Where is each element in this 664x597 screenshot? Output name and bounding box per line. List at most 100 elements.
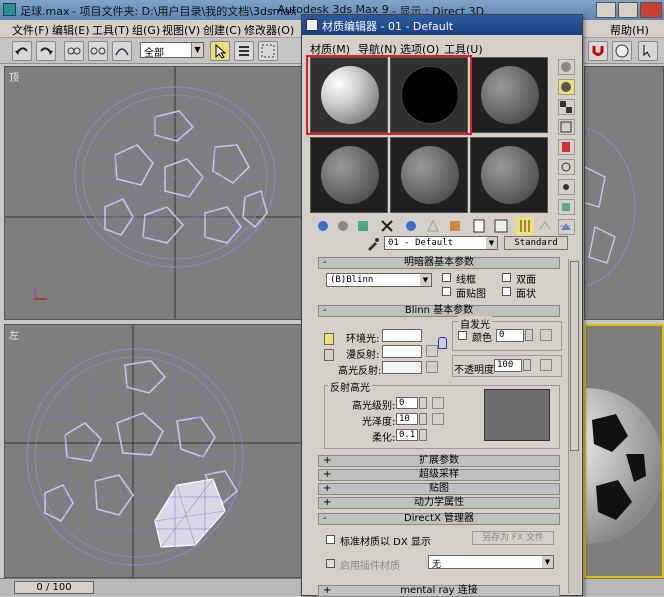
select-by-name-button[interactable]: [234, 41, 254, 61]
get-material-button[interactable]: [314, 217, 332, 235]
glossiness-field[interactable]: 10: [396, 413, 418, 425]
menu-modifiers[interactable]: 修改器(O): [244, 22, 294, 38]
show-map-in-viewport-button[interactable]: [492, 217, 510, 235]
sample-slot-4[interactable]: [310, 137, 388, 213]
put-material-button[interactable]: [334, 217, 352, 235]
time-slider[interactable]: 0 / 100: [0, 578, 305, 596]
material-name-field[interactable]: 01 - Default ▼: [384, 236, 498, 250]
make-unique-button[interactable]: [424, 217, 442, 235]
lock-icon[interactable]: [438, 337, 447, 349]
scrollbar-thumb[interactable]: [570, 261, 579, 451]
face-map-checkbox[interactable]: [442, 287, 451, 296]
sample-slot-3[interactable]: [470, 57, 548, 133]
rollout-maps[interactable]: + 贴图: [318, 483, 560, 495]
shader-dropdown[interactable]: (B)Blinn ▼: [326, 273, 432, 287]
spec-level-map-button[interactable]: [432, 397, 444, 409]
opacity-map-button[interactable]: [540, 359, 552, 371]
viewport-perspective[interactable]: [584, 324, 664, 578]
rollout-directx[interactable]: - DirectX 管理器: [318, 513, 560, 525]
two-sided-checkbox[interactable]: [502, 273, 511, 282]
ambient-lock-button[interactable]: [324, 333, 334, 345]
faceted-checkbox[interactable]: [502, 287, 511, 296]
make-preview-button[interactable]: [558, 159, 575, 175]
menu-edit[interactable]: 编辑(E): [52, 22, 90, 38]
uv-tiling-button[interactable]: [558, 119, 575, 135]
material-effects-channel-button[interactable]: [470, 217, 488, 235]
soften-field[interactable]: 0.1: [396, 429, 418, 441]
viewport-left[interactable]: 左: [4, 324, 302, 578]
select-link-button[interactable]: [64, 41, 84, 61]
menu-tools[interactable]: 工具(T): [92, 22, 129, 38]
background-button[interactable]: [558, 99, 575, 115]
options-button[interactable]: [558, 179, 575, 195]
help-pointer-button[interactable]: [638, 41, 658, 61]
undo-button[interactable]: [12, 41, 32, 61]
self-illum-color-checkbox[interactable]: [458, 331, 467, 340]
unlink-button[interactable]: [88, 41, 108, 61]
self-illum-value-field[interactable]: 0: [496, 329, 524, 342]
rollout-expand-icon: +: [323, 483, 332, 494]
select-object-button[interactable]: [210, 41, 230, 61]
save-fx-file-button[interactable]: 另存为 FX 文件: [472, 531, 554, 545]
rollout-extended-params[interactable]: + 扩展参数: [318, 455, 560, 467]
close-button[interactable]: [640, 2, 662, 18]
go-forward-sibling-button[interactable]: [556, 217, 574, 235]
right-toolbar-button-1[interactable]: [588, 41, 608, 61]
show-end-result-button[interactable]: [516, 217, 534, 235]
opacity-spinner[interactable]: [523, 359, 531, 371]
menu-file[interactable]: 文件(F): [12, 22, 49, 38]
self-illum-map-button[interactable]: [540, 329, 552, 341]
diffuse-map-button[interactable]: [426, 345, 438, 357]
rollout-dynamics[interactable]: + 动力学属性: [318, 497, 560, 509]
region-select-button[interactable]: [258, 41, 278, 61]
pick-material-eyedropper[interactable]: [366, 237, 380, 251]
go-to-parent-button[interactable]: [536, 217, 554, 235]
rollout-supersampling[interactable]: + 超级采样: [318, 469, 560, 481]
viewport-top[interactable]: 顶: [4, 66, 302, 320]
specular-color-swatch[interactable]: [382, 361, 422, 374]
put-to-library-button[interactable]: [446, 217, 464, 235]
sample-type-button[interactable]: [558, 59, 575, 75]
reset-map-button[interactable]: [378, 217, 396, 235]
assign-material-button[interactable]: [354, 217, 372, 235]
material-editor-scrollbar[interactable]: [568, 259, 580, 593]
rollout-mental-ray[interactable]: + mental ray 连接: [318, 585, 560, 597]
soften-spinner[interactable]: [419, 429, 427, 441]
minimize-button[interactable]: [596, 2, 616, 18]
menu-group[interactable]: 组(G): [132, 22, 160, 38]
time-slider-thumb[interactable]: 0 / 100: [14, 581, 94, 594]
selection-filter-dropdown[interactable]: 全部 ▼: [140, 42, 204, 59]
diffuse-color-swatch[interactable]: [382, 345, 422, 358]
wire-checkbox[interactable]: [442, 273, 451, 282]
std-dx-checkbox[interactable]: [326, 535, 335, 544]
backlight-button[interactable]: [558, 79, 575, 95]
sample-slot-5[interactable]: [390, 137, 468, 213]
plugin-dropdown[interactable]: 无 ▼: [428, 555, 554, 570]
enable-plugin-checkbox[interactable]: [326, 559, 335, 568]
two-sided-label: 双面: [516, 275, 536, 286]
opacity-value-field[interactable]: 100: [494, 359, 522, 372]
rollout-shader-basic[interactable]: - 明暗器基本参数: [318, 257, 560, 269]
glossiness-map-button[interactable]: [432, 413, 444, 425]
maximize-button[interactable]: [618, 2, 638, 18]
spec-level-field[interactable]: 0: [396, 397, 418, 409]
spec-level-spinner[interactable]: [419, 397, 427, 409]
rollout-blinn-basic[interactable]: - Blinn 基本参数: [318, 305, 560, 317]
sample-slot-6[interactable]: [470, 137, 548, 213]
menu-view[interactable]: 视图(V): [162, 22, 200, 38]
video-color-check-button[interactable]: [558, 139, 575, 155]
self-illum-spinner[interactable]: [525, 329, 533, 341]
material-type-button[interactable]: Standard: [504, 236, 568, 250]
select-by-material-button[interactable]: [558, 199, 575, 215]
menu-help[interactable]: 帮助(H): [610, 22, 649, 38]
specular-map-button[interactable]: [426, 361, 438, 373]
ambient-color-swatch[interactable]: [382, 329, 422, 342]
viewport-front[interactable]: [584, 66, 664, 320]
diffuse-lock-button[interactable]: [324, 349, 334, 361]
menu-create[interactable]: 创建(C): [203, 22, 241, 38]
glossiness-spinner[interactable]: [419, 413, 427, 425]
copy-material-button[interactable]: [402, 217, 420, 235]
bind-spacewarp-button[interactable]: [112, 41, 132, 61]
abc-button[interactable]: [612, 41, 632, 61]
redo-button[interactable]: [36, 41, 56, 61]
